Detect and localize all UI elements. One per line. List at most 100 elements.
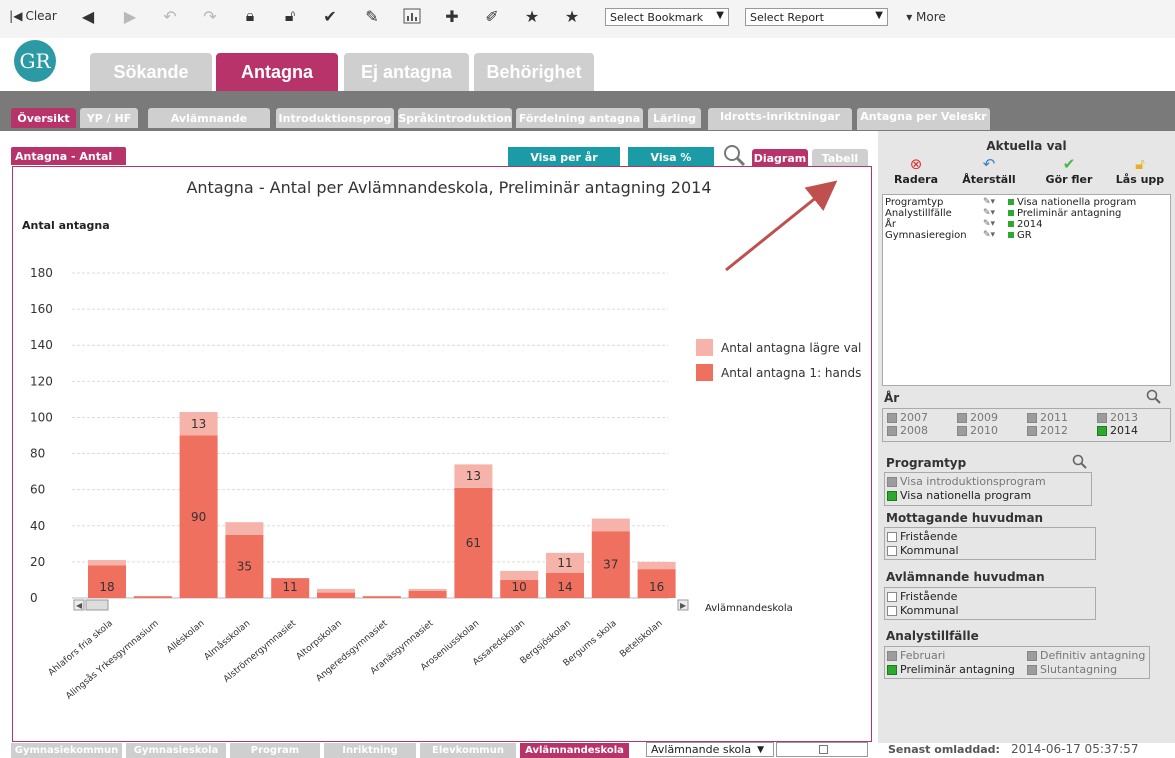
selection-edit-icon[interactable]: ✎▾	[983, 197, 995, 208]
tab-antagna[interactable]: Antagna	[216, 53, 338, 91]
avlamnande-option[interactable]: Kommunal	[887, 604, 959, 617]
bar-secondary[interactable]	[637, 561, 676, 570]
undo-icon[interactable]: ↶	[160, 4, 180, 28]
selection-row[interactable]: Programtyp ✎▾ Visa nationella program	[885, 197, 1170, 208]
year-option[interactable]: 2010	[957, 424, 998, 437]
year-option[interactable]: 2014	[1097, 424, 1138, 437]
bottom-tab-inriktning[interactable]: Inriktning	[324, 743, 416, 758]
visa-per-ar-button[interactable]: Visa per år	[508, 147, 620, 167]
more-selections-button[interactable]: ✔ Gör fler	[1036, 155, 1102, 186]
report-icon[interactable]	[402, 4, 422, 28]
lock-icon[interactable]: 🔒︎	[240, 4, 260, 28]
diagram-tab[interactable]: Diagram	[752, 149, 808, 167]
bottom-tab-program[interactable]: Program	[230, 743, 320, 758]
bookmark-select[interactable]: Select Bookmark ▼	[605, 8, 729, 26]
edit-icon[interactable]: ✎	[362, 4, 382, 28]
last-reload-value: 2014-06-17 05:37:57	[1011, 742, 1139, 756]
bar-value-label: 16	[649, 580, 664, 594]
tab-ej-antagna[interactable]: Ej antagna	[344, 53, 469, 91]
bar-secondary[interactable]	[225, 522, 264, 535]
more-button[interactable]: ▾ More	[900, 8, 952, 26]
redo-icon[interactable]: ↷	[200, 4, 220, 28]
visa-procent-button[interactable]: Visa %	[628, 147, 714, 167]
bar-secondary[interactable]	[408, 588, 447, 591]
checkbox-icon	[887, 546, 897, 556]
subtab-yp-hf[interactable]: YP / HF	[80, 108, 138, 128]
subtab-oversikt[interactable]: Översikt	[11, 108, 76, 128]
programtyp-search-icon[interactable]	[1072, 454, 1088, 473]
bottom-tab-gymnasieskola[interactable]: Gymnasieskola	[126, 743, 226, 758]
avlamnande-skola-select[interactable]: Avlämnande skola ▼	[646, 742, 774, 757]
bar-primary[interactable]	[317, 592, 355, 598]
bottom-tab-gymnasiekommun[interactable]: Gymnasiekommun	[11, 743, 122, 758]
selection-edit-icon[interactable]: ✎▾	[983, 230, 995, 241]
back-icon[interactable]: ◀	[78, 4, 98, 28]
selection-row[interactable]: År ✎▾ 2014	[885, 219, 1170, 230]
analys-option[interactable]: Slutantagning	[1027, 663, 1117, 676]
unlock-icon[interactable]: 🔓︎	[280, 4, 300, 28]
bottom-tab-avlamnandeskola[interactable]: Avlämnandeskola	[520, 743, 629, 758]
pin-icon[interactable]: ✐	[482, 4, 502, 28]
year-list: 2007 2009 2011 2013 2008 2010 2012 2014	[882, 408, 1171, 442]
year-option[interactable]: 2012	[1027, 424, 1068, 437]
year-search-icon[interactable]	[1146, 389, 1162, 408]
search-icon[interactable]	[722, 143, 746, 167]
bar-primary[interactable]	[362, 596, 401, 598]
subtab-idrottsinriktningar[interactable]: Idrotts-inriktningar	[708, 108, 852, 130]
avlamnande-list: Fristående Kommunal	[884, 587, 1096, 620]
clear-button[interactable]: |◀ Clear	[4, 4, 62, 28]
restore-button[interactable]: ↶ Återställ	[956, 155, 1022, 186]
bar-secondary[interactable]	[317, 588, 355, 593]
year-option[interactable]: 2007	[887, 411, 928, 424]
bar-secondary[interactable]	[591, 518, 630, 532]
check-icon[interactable]: ✔	[320, 4, 340, 28]
avlamnande-option[interactable]: Fristående	[887, 590, 957, 603]
tab-behorighet[interactable]: Behörighet	[474, 53, 594, 91]
selection-row[interactable]: Analystillfälle ✎▾ Preliminär antagning	[885, 208, 1170, 219]
subtab-larling[interactable]: Lärling	[648, 108, 701, 128]
bar-value-label: 14	[557, 580, 572, 594]
selection-row[interactable]: Gymnasieregion ✎▾ GR	[885, 230, 1170, 241]
year-option[interactable]: 2008	[887, 424, 928, 437]
selection-edit-icon[interactable]: ✎▾	[983, 219, 995, 230]
unlock-button[interactable]: 🔓︎ Lås upp	[1110, 155, 1170, 186]
forward-icon[interactable]: ▶	[120, 4, 140, 28]
analys-option[interactable]: Definitiv antagning	[1027, 649, 1145, 662]
x-axis-title: Avlämnandeskola	[705, 603, 793, 614]
first-icon: |◀	[9, 9, 23, 23]
year-option[interactable]: 2011	[1027, 411, 1068, 424]
tab-sokande[interactable]: Sökande	[90, 53, 212, 91]
programtyp-option[interactable]: Visa nationella program	[887, 489, 1031, 502]
year-option[interactable]: 2009	[957, 411, 998, 424]
subtab-antagna-per-veleskr[interactable]: Antagna per Veleskr	[857, 108, 990, 130]
search-checkbox[interactable]	[819, 745, 828, 754]
mottagande-header: Mottagande huvudman	[886, 511, 1044, 525]
add-icon[interactable]: ✚	[442, 4, 462, 28]
subtab-introduktionsprog[interactable]: Introduktionsprog	[276, 108, 394, 128]
bottom-tab-elevkommun[interactable]: Elevkommun	[420, 743, 516, 758]
checkbox-icon	[957, 426, 967, 436]
analys-option[interactable]: Februari	[887, 649, 945, 662]
bar-primary[interactable]	[133, 596, 172, 598]
scroll-thumb[interactable]	[85, 599, 109, 611]
report-select[interactable]: Select Report ▼	[745, 8, 888, 26]
year-option[interactable]: 2013	[1097, 411, 1138, 424]
bar-value-label: 37	[603, 558, 618, 572]
bar-primary[interactable]	[408, 590, 447, 598]
subtab-fordelning-antagna[interactable]: Fördelning antagna	[516, 108, 643, 128]
bookmark-remove-icon[interactable]: ★	[562, 4, 582, 28]
search-field[interactable]	[776, 742, 868, 757]
programtyp-option[interactable]: Visa introduktionsprogram	[887, 475, 1046, 488]
selection-edit-icon[interactable]: ✎▾	[983, 208, 995, 219]
subtab-sprakintroduktion[interactable]: Språkintroduktion	[398, 108, 512, 128]
bar-secondary[interactable]	[88, 560, 126, 566]
mottagande-option[interactable]: Kommunal	[887, 544, 959, 557]
bar-secondary[interactable]	[500, 570, 539, 580]
mottagande-option[interactable]: Fristående	[887, 530, 957, 543]
tabell-tab[interactable]: Tabell	[812, 149, 868, 167]
clear-selections-button[interactable]: ⊗ Radera	[886, 155, 946, 186]
analys-option[interactable]: Preliminär antagning	[887, 663, 1015, 676]
subtab-avlamnande[interactable]: Avlämnande	[148, 108, 270, 128]
year-option-label: 2013	[1110, 411, 1138, 424]
bookmark-add-icon[interactable]: ★	[522, 4, 542, 28]
